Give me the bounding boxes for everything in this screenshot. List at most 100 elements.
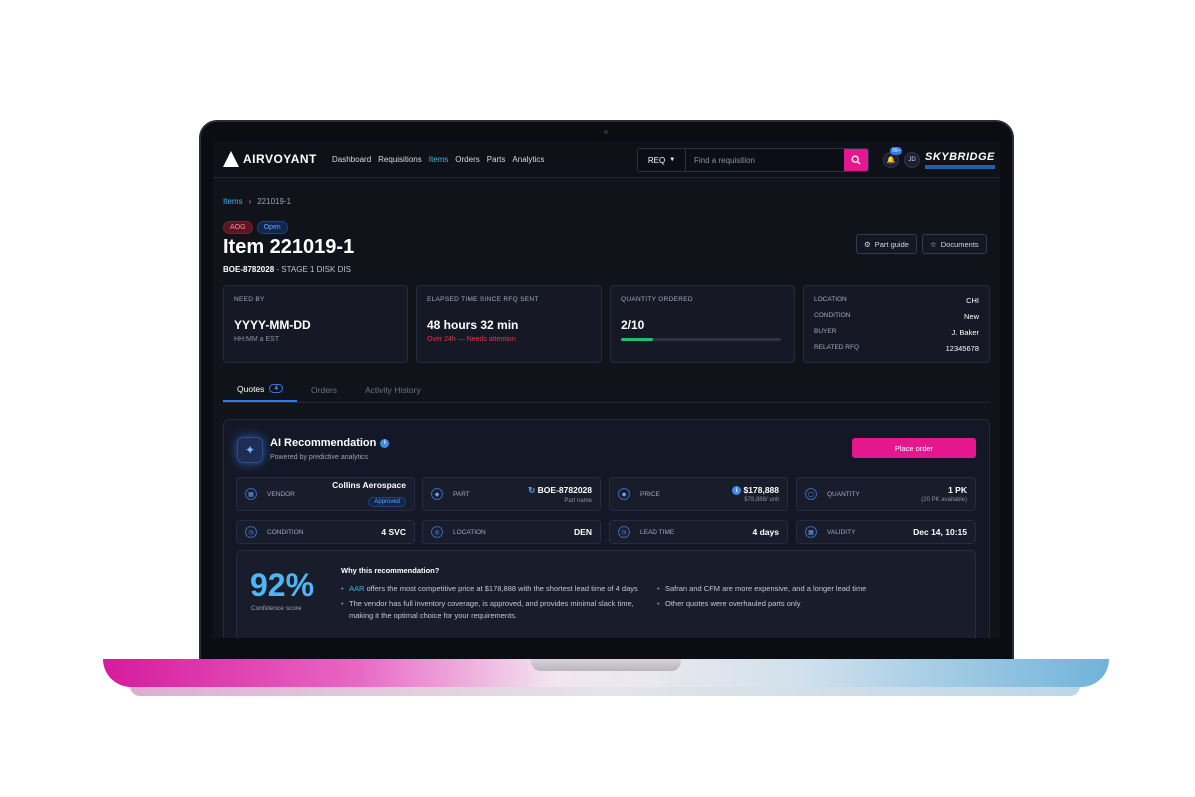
quantity-cell-label: QUANTITY [827,490,860,498]
validity-label: VALIDITY [827,528,856,536]
lead-time-value: 4 days [752,527,779,537]
skybridge-logo-bar [925,165,995,169]
quantity-cell: ▢ QUANTITY 1 PK (20 PK available) [796,477,976,511]
laptop-base-shadow [130,686,1080,696]
top-navbar: AIRVOYANT Dashboard Requisitions Items O… [213,141,1000,178]
search-type-label: REQ [647,155,666,165]
elapsed-time-card: ELAPSED TIME SINCE RFQ SENT 48 hours 32 … [416,285,602,363]
item-tabs: Quotes 4 Orders Activity History [223,377,990,403]
quantity-progress-bar [621,338,781,341]
documents-button[interactable]: ☆ Documents [922,234,987,254]
location-cell: ◎ LOCATION DEN [422,520,601,544]
tab-quotes-label: Quotes [237,383,265,394]
star-icon: ☆ [930,239,937,249]
quantity-ordered-card: QUANTITY ORDERED 2/10 [610,285,795,363]
approved-badge: Approved [368,497,406,507]
detail-key: RELATED RFQ [814,344,860,351]
vendor-label: VENDOR [267,490,295,498]
need-by-value: YYYY-MM-DD [234,318,311,332]
tag-icon: ◆ [431,488,443,500]
vendor-link[interactable]: AAR [349,584,364,593]
location-label: LOCATION [453,528,486,536]
price-label: PRICE [640,490,660,498]
search-type-select[interactable]: REQ ▼ [638,149,686,171]
airvoyant-logo[interactable]: AIRVOYANT [223,151,317,167]
bell-icon: 🔔 [886,157,896,164]
detail-row: RELATED RFQ 12345678 [814,344,979,353]
logo-mark-icon [223,151,239,167]
part-name: Part name [564,497,592,504]
refresh-icon[interactable]: ↻ [528,485,535,495]
detail-key: CONDITION [814,312,851,319]
logo-text: AIRVOYANT [243,152,317,166]
nav-parts[interactable]: Parts [487,155,506,164]
calendar-icon: ▦ [805,526,817,538]
search-bar: REQ ▼ [637,148,869,172]
part-description: - STAGE 1 DISK DIS [274,265,351,274]
part-number: BOE-8782028 [223,265,275,274]
price-value: $178,888 [743,484,779,495]
search-input[interactable] [686,155,844,165]
detail-key: BUYER [814,328,837,335]
nav-items[interactable]: Items [429,155,449,164]
page-title: Item 221019-1 [223,236,355,258]
vendor-cell: ▦ VENDOR Collins Aerospace Approved [236,477,415,511]
ai-recommendation-panel: ✦ AI Recommendation i Powered by predict… [223,419,990,638]
app-screen: AIRVOYANT Dashboard Requisitions Items O… [213,141,1000,638]
confidence-score: 92% [250,567,315,603]
part-guide-button[interactable]: ⚙ Part guide [856,234,917,254]
validity-value: Dec 14, 10:15 [913,527,967,537]
need-by-label: NEED BY [234,296,265,303]
quantity-cell-value: 1 PK [948,485,967,495]
validity-cell: ▦ VALIDITY Dec 14, 10:15 [796,520,976,544]
tab-quotes[interactable]: Quotes 4 [223,377,298,402]
detail-row: LOCATION CHI [814,296,979,305]
laptop-camera [604,130,608,134]
condition-value: 4 SVC [381,527,406,537]
nav-requisitions[interactable]: Requisitions [378,155,422,164]
user-avatar[interactable]: JD [904,152,920,168]
breadcrumb-current: 221019-1 [257,197,292,206]
breadcrumb-items-link[interactable]: Items [223,197,243,206]
nav-dashboard[interactable]: Dashboard [332,155,371,164]
box-icon: ▢ [805,488,817,500]
detail-value: New [963,312,979,321]
place-order-button[interactable]: Place order [852,438,976,458]
elapsed-label: ELAPSED TIME SINCE RFQ SENT [427,296,539,303]
quantity-label: QUANTITY ORDERED [621,296,693,303]
price-cell: ◆ PRICE i $178,888 $78,888/ unit [609,477,788,511]
chevron-down-icon: ▼ [669,157,676,163]
location-value: DEN [574,527,592,537]
elapsed-value: 48 hours 32 min [427,318,519,332]
reason-item: Other quotes were overhauled parts only [657,598,957,610]
skybridge-logo: SKYBRIDGE [925,151,995,163]
reasons-list-left: AAR offers the most competitive price at… [341,583,641,625]
search-button[interactable] [844,149,868,171]
ai-title-text: AI Recommendation [270,437,377,449]
quantity-value: 2/10 [621,318,645,332]
chevron-right-icon: › [248,197,252,206]
documents-label: Documents [940,239,979,249]
tab-activity-history[interactable]: Activity History [351,377,435,402]
part-label: PART [453,490,470,498]
detail-value: CHI [966,296,979,305]
price-info-icon[interactable]: i [732,486,742,496]
nav-orders[interactable]: Orders [455,155,479,164]
condition-cell: ◷ CONDITION 4 SVC [236,520,415,544]
vendor-value: Collins Aerospace [332,480,406,490]
notification-count-badge: 99+ [890,147,903,155]
reason-item: Safran and CFM are more expensive, and a… [657,583,957,595]
unit-price: $78,888/ unit [744,497,779,504]
globe-icon: ◎ [431,526,443,538]
confidence-label: Confidence score [251,605,302,612]
detail-key: LOCATION [814,296,847,303]
elapsed-warning: Over 24h — Needs attention [427,336,516,343]
gear-icon: ⚙ [864,239,871,249]
why-title: Why this recommendation? [341,566,440,575]
info-icon[interactable]: i [380,438,390,448]
nav-analytics[interactable]: Analytics [512,155,544,164]
tab-orders[interactable]: Orders [297,377,351,402]
detail-value: 12345678 [945,344,979,353]
sparkle-icon: ✦ [237,437,263,463]
tab-quotes-count: 4 [269,384,284,393]
